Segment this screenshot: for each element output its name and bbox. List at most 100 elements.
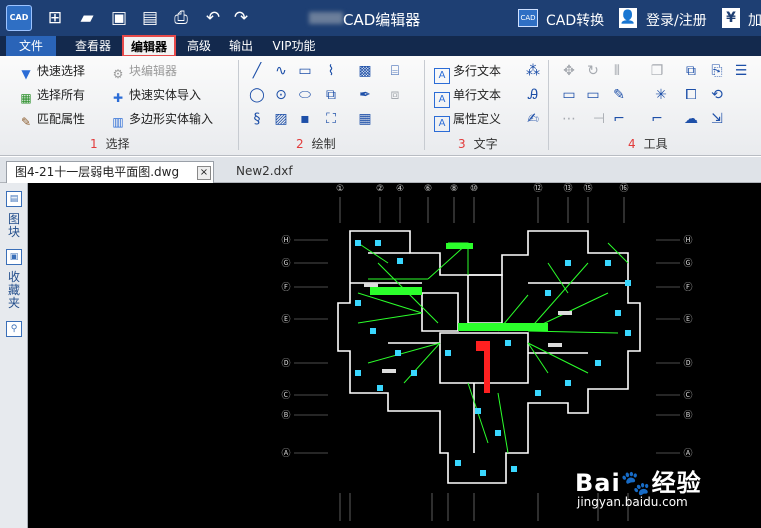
trim-icon[interactable]: ⊣	[590, 110, 608, 128]
save-as-icon[interactable]: ▤	[139, 7, 161, 29]
tab-new2[interactable]: New2.dxf	[228, 161, 301, 183]
stext-button[interactable]: A 单行文本	[434, 86, 501, 108]
tab-active-drawing[interactable]: 图4-21十一层弱电平面图.dwg ×	[6, 161, 214, 183]
rectangle-icon[interactable]: ▭	[296, 62, 314, 80]
close-icon[interactable]: ×	[197, 166, 211, 180]
mtext-button[interactable]: A 多行文本	[434, 62, 501, 84]
axis-mark: Ⓓ	[281, 358, 290, 369]
side-tab-favorites[interactable]: 收藏夹	[7, 271, 21, 310]
redo-icon[interactable]: ↷	[230, 7, 252, 29]
quick-entity-import-button[interactable]: ✚ 快速实体导入	[110, 86, 201, 105]
text-find-icon[interactable]: ✍	[524, 110, 542, 128]
quick-select-button[interactable]: ▼ 快速选择	[18, 62, 85, 81]
more-text[interactable]: 加	[748, 10, 761, 30]
freehand-icon[interactable]: §	[248, 110, 266, 128]
image-icon[interactable]: ⛶	[322, 110, 340, 128]
table-icon[interactable]: ▦	[356, 110, 374, 128]
device-symbol	[495, 430, 501, 436]
user-icon[interactable]: 👤	[619, 8, 637, 28]
frame-2-icon[interactable]: ▭	[584, 86, 602, 104]
open-folder-icon[interactable]: ▰	[76, 7, 98, 29]
cad-convert-button[interactable]: CAD转换	[546, 10, 604, 30]
axis-mark: Ⓖ	[281, 258, 290, 269]
menu-vip[interactable]: VIP功能	[266, 36, 322, 56]
ellipse-icon[interactable]: ⬭	[296, 86, 314, 104]
search-icon[interactable]: ⚲	[6, 321, 22, 337]
panel-icon[interactable]: ▣	[6, 249, 22, 265]
spline-icon[interactable]: ⌇	[322, 62, 340, 80]
device-symbol	[375, 240, 381, 246]
explode-icon[interactable]: ✳	[652, 86, 670, 104]
fillet-icon[interactable]: ⌐	[610, 110, 628, 128]
polygon-entity-input-button[interactable]: ▥ 多边形实体输入	[110, 110, 213, 129]
funnel-icon: ▼	[21, 67, 31, 81]
device-symbol	[565, 380, 571, 386]
chamfer-icon[interactable]: ⌐	[648, 110, 666, 128]
device-symbol	[625, 330, 631, 336]
text-style-icon[interactable]: ⁂	[524, 62, 542, 80]
copy-icon[interactable]: ❐	[648, 62, 666, 80]
title-bar: CAD ⊞ ▰ ▣ ▤ ⎙ ↶ ↷ CAD编辑器 CAD CAD转换 👤 登录/…	[0, 0, 761, 36]
block-editor-button[interactable]: ⚙ 块编辑器	[110, 62, 177, 81]
blurred-brand	[309, 12, 343, 24]
group-icon[interactable]: ⧠	[682, 86, 700, 104]
clipboard-icon[interactable]: ⎘	[708, 62, 726, 80]
attdef-button[interactable]: A 属性定义	[434, 110, 501, 132]
menu-file[interactable]: 文件	[6, 36, 56, 56]
export-icon[interactable]: ⇲	[708, 110, 726, 128]
insert-icon[interactable]: ⧈	[386, 86, 404, 104]
line-icon[interactable]: ╱	[248, 62, 266, 80]
menu-editor[interactable]: 编辑器	[122, 35, 176, 57]
move-icon[interactable]: ✥	[560, 62, 578, 80]
device-symbol	[397, 258, 403, 264]
rotate-icon[interactable]: ↻	[584, 62, 602, 80]
circle-2p-icon[interactable]: ⊙	[272, 86, 290, 104]
circle-icon[interactable]: ◯	[248, 86, 266, 104]
block-icon[interactable]: ⧉	[322, 86, 340, 104]
hatch-icon[interactable]: ▩	[356, 62, 374, 80]
axis-mark: Ⓓ	[683, 358, 692, 369]
login-button[interactable]: 登录/注册	[646, 10, 707, 30]
mirror-icon[interactable]: ⫴	[608, 62, 626, 80]
properties-icon[interactable]: ✎	[610, 86, 628, 104]
device-symbol	[395, 350, 401, 356]
conduit	[370, 287, 422, 295]
device-symbol	[355, 240, 361, 246]
device-symbol	[355, 370, 361, 376]
conduit	[458, 323, 548, 331]
menu-output[interactable]: 输出	[224, 36, 258, 56]
axis-mark: Ⓖ	[683, 258, 692, 269]
cad-convert-icon[interactable]: CAD	[518, 9, 538, 27]
polyline-icon[interactable]: ∿	[272, 62, 290, 80]
app-logo[interactable]: CAD	[6, 5, 32, 31]
dots-icon[interactable]: ⋯	[560, 110, 578, 128]
axis-mark: Ⓑ	[281, 410, 290, 421]
attdef-icon: A	[434, 116, 450, 132]
highlight-mark	[476, 341, 490, 393]
match-properties-button[interactable]: ✎ 匹配属性	[18, 110, 85, 129]
new-icon[interactable]: ⊞	[44, 7, 66, 29]
menu-viewer[interactable]: 查看器	[70, 36, 116, 56]
dim-icon[interactable]: ⌸	[386, 62, 404, 80]
refresh-icon[interactable]: ⟲	[708, 86, 726, 104]
layer-icon[interactable]: ☰	[732, 62, 750, 80]
side-tab-layers[interactable]: 图块	[7, 213, 21, 239]
print-icon[interactable]: ⎙	[170, 7, 192, 29]
wire-line	[547, 262, 569, 294]
hatch-fill-icon[interactable]: ▨	[272, 110, 290, 128]
paste-icon[interactable]: ⧉	[682, 62, 700, 80]
yen-icon[interactable]: ¥	[722, 8, 740, 28]
cloud-icon[interactable]: ☁	[682, 110, 700, 128]
select-all-button[interactable]: ▦ 选择所有	[18, 86, 85, 105]
menu-advanced[interactable]: 高级	[182, 36, 216, 56]
text-edit-icon[interactable]: Ꭿ	[524, 86, 542, 104]
axis-mark: ⑮	[583, 183, 592, 194]
axis-mark: Ⓒ	[683, 390, 692, 401]
pen-icon[interactable]: ✒	[356, 86, 374, 104]
layers-icon[interactable]: ▤	[6, 191, 22, 207]
frame-icon[interactable]: ▭	[560, 86, 578, 104]
save-icon[interactable]: ▣	[108, 7, 130, 29]
undo-icon[interactable]: ↶	[202, 7, 224, 29]
point-icon[interactable]: ▪	[296, 110, 314, 128]
wire-line	[527, 262, 589, 332]
